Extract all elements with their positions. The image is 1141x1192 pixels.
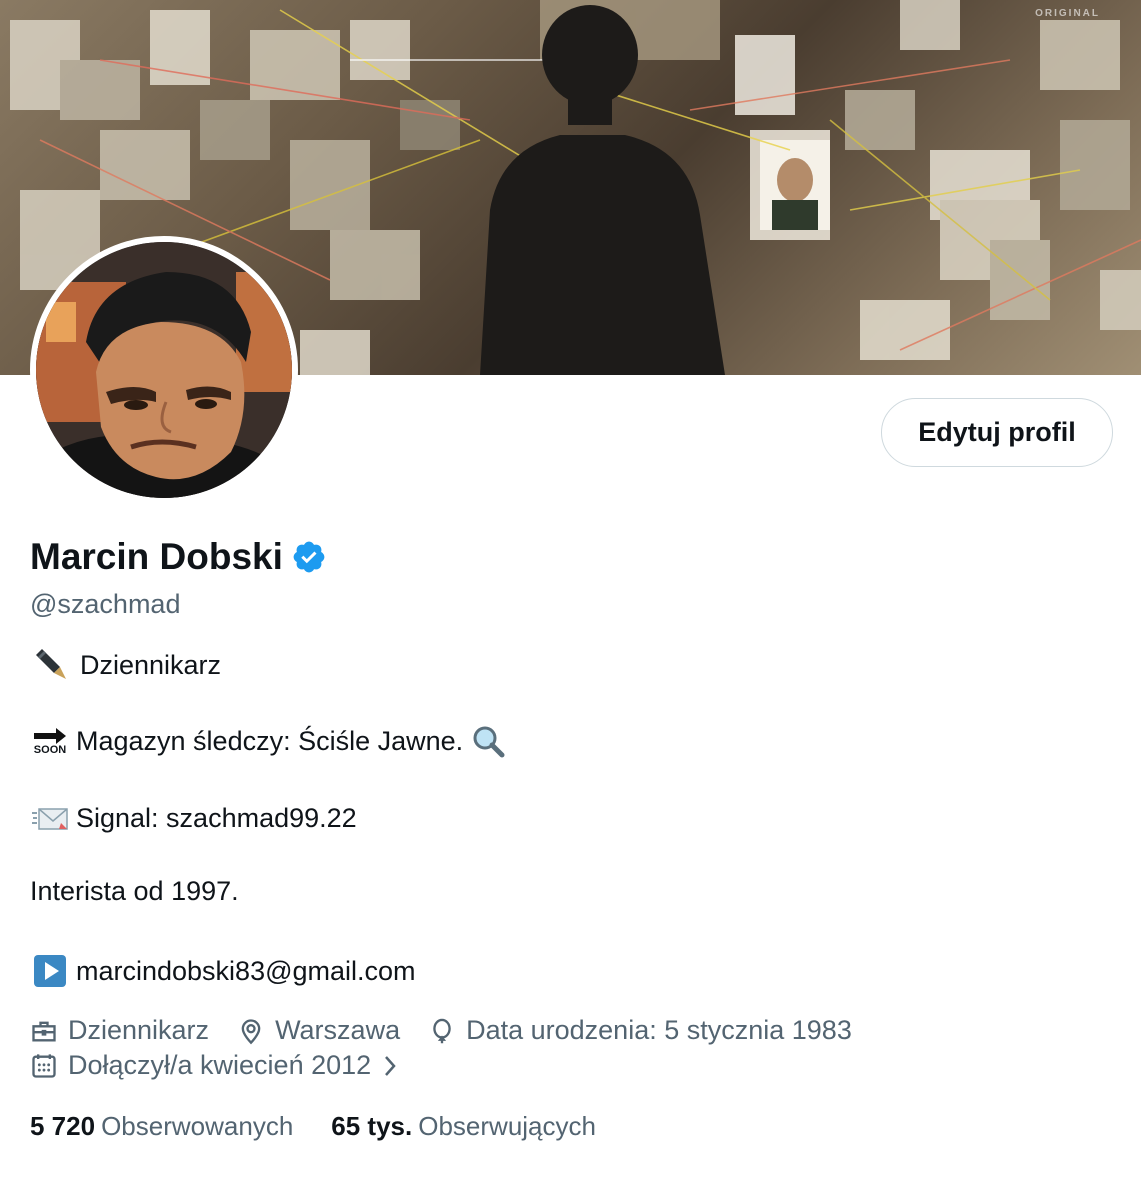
bio-line-2: SOON Magazyn śledczy: Ściśle Jawne. (30, 723, 505, 759)
bio-text-4: Interista od 1997. (30, 876, 239, 906)
magnifier-icon (471, 724, 505, 758)
meta-joined[interactable]: Dołączył/a kwiecień 2012 (30, 1050, 401, 1081)
followers-count: 65 tys. (331, 1111, 413, 1141)
profile-handle: @szachmad (30, 589, 181, 619)
bio-line-5: marcindobski83@gmail.com (30, 953, 416, 989)
meta-location-text: Warszawa (275, 1015, 401, 1045)
briefcase-icon (32, 1021, 56, 1041)
bio-line-3: Signal: szachmad99.22 (30, 800, 357, 836)
soon-arrow-icon: SOON (30, 723, 70, 759)
bio-text-3: Signal: szachmad99.22 (76, 802, 357, 833)
banner-watermark: ORIGINAL (1035, 8, 1100, 19)
location-pin-icon (241, 1018, 261, 1044)
meta-birthday-text: Data urodzenia: 5 stycznia 1983 (466, 1015, 852, 1045)
play-button-icon (30, 953, 70, 989)
profile-meta-row: Dziennikarz Warszawa Data urodzenia: 5 s… (30, 1015, 880, 1046)
calendar-icon (32, 1053, 56, 1078)
following-count: 5 720 (30, 1111, 96, 1141)
balloon-icon (433, 1018, 451, 1043)
meta-profession-text: Dziennikarz (68, 1015, 210, 1045)
meta-birthday: Data urodzenia: 5 stycznia 1983 (428, 1015, 852, 1046)
bio-text-1: Dziennikarz (80, 649, 222, 680)
fountain-pen-icon (30, 647, 70, 683)
bio-line-4: Interista od 1997. (30, 876, 239, 907)
chevron-right-icon (385, 1055, 396, 1076)
avatar-image (36, 242, 292, 498)
following-label: Obserwowanych (101, 1111, 294, 1141)
profile-name-row: Marcin Dobski (30, 536, 327, 578)
following-link[interactable]: 5 720 Obserwowanych (30, 1111, 293, 1142)
bio-email-link[interactable]: marcindobski83@gmail.com (76, 956, 416, 987)
edit-profile-button[interactable]: Edytuj profil (881, 398, 1113, 467)
follow-stats: 5 720 Obserwowanych 65 tys. Obserwujących (30, 1111, 634, 1142)
profile-name: Marcin Dobski (30, 536, 283, 577)
bio-line-1: Dziennikarz (30, 647, 221, 683)
followers-link[interactable]: 65 tys. Obserwujących (331, 1111, 596, 1142)
bio-text-2: Magazyn śledczy: Ściśle Jawne. (76, 725, 464, 756)
meta-joined-text: Dołączył/a kwiecień 2012 (68, 1050, 372, 1080)
avatar[interactable] (30, 236, 298, 504)
followers-label: Obserwujących (418, 1111, 596, 1141)
envelope-icon (30, 800, 70, 836)
verified-badge-icon[interactable] (291, 539, 327, 575)
meta-location: Warszawa (237, 1015, 400, 1046)
meta-profession: Dziennikarz (30, 1015, 209, 1046)
profile-joined-row[interactable]: Dołączył/a kwiecień 2012 (30, 1050, 429, 1081)
soon-label: SOON (33, 743, 67, 756)
